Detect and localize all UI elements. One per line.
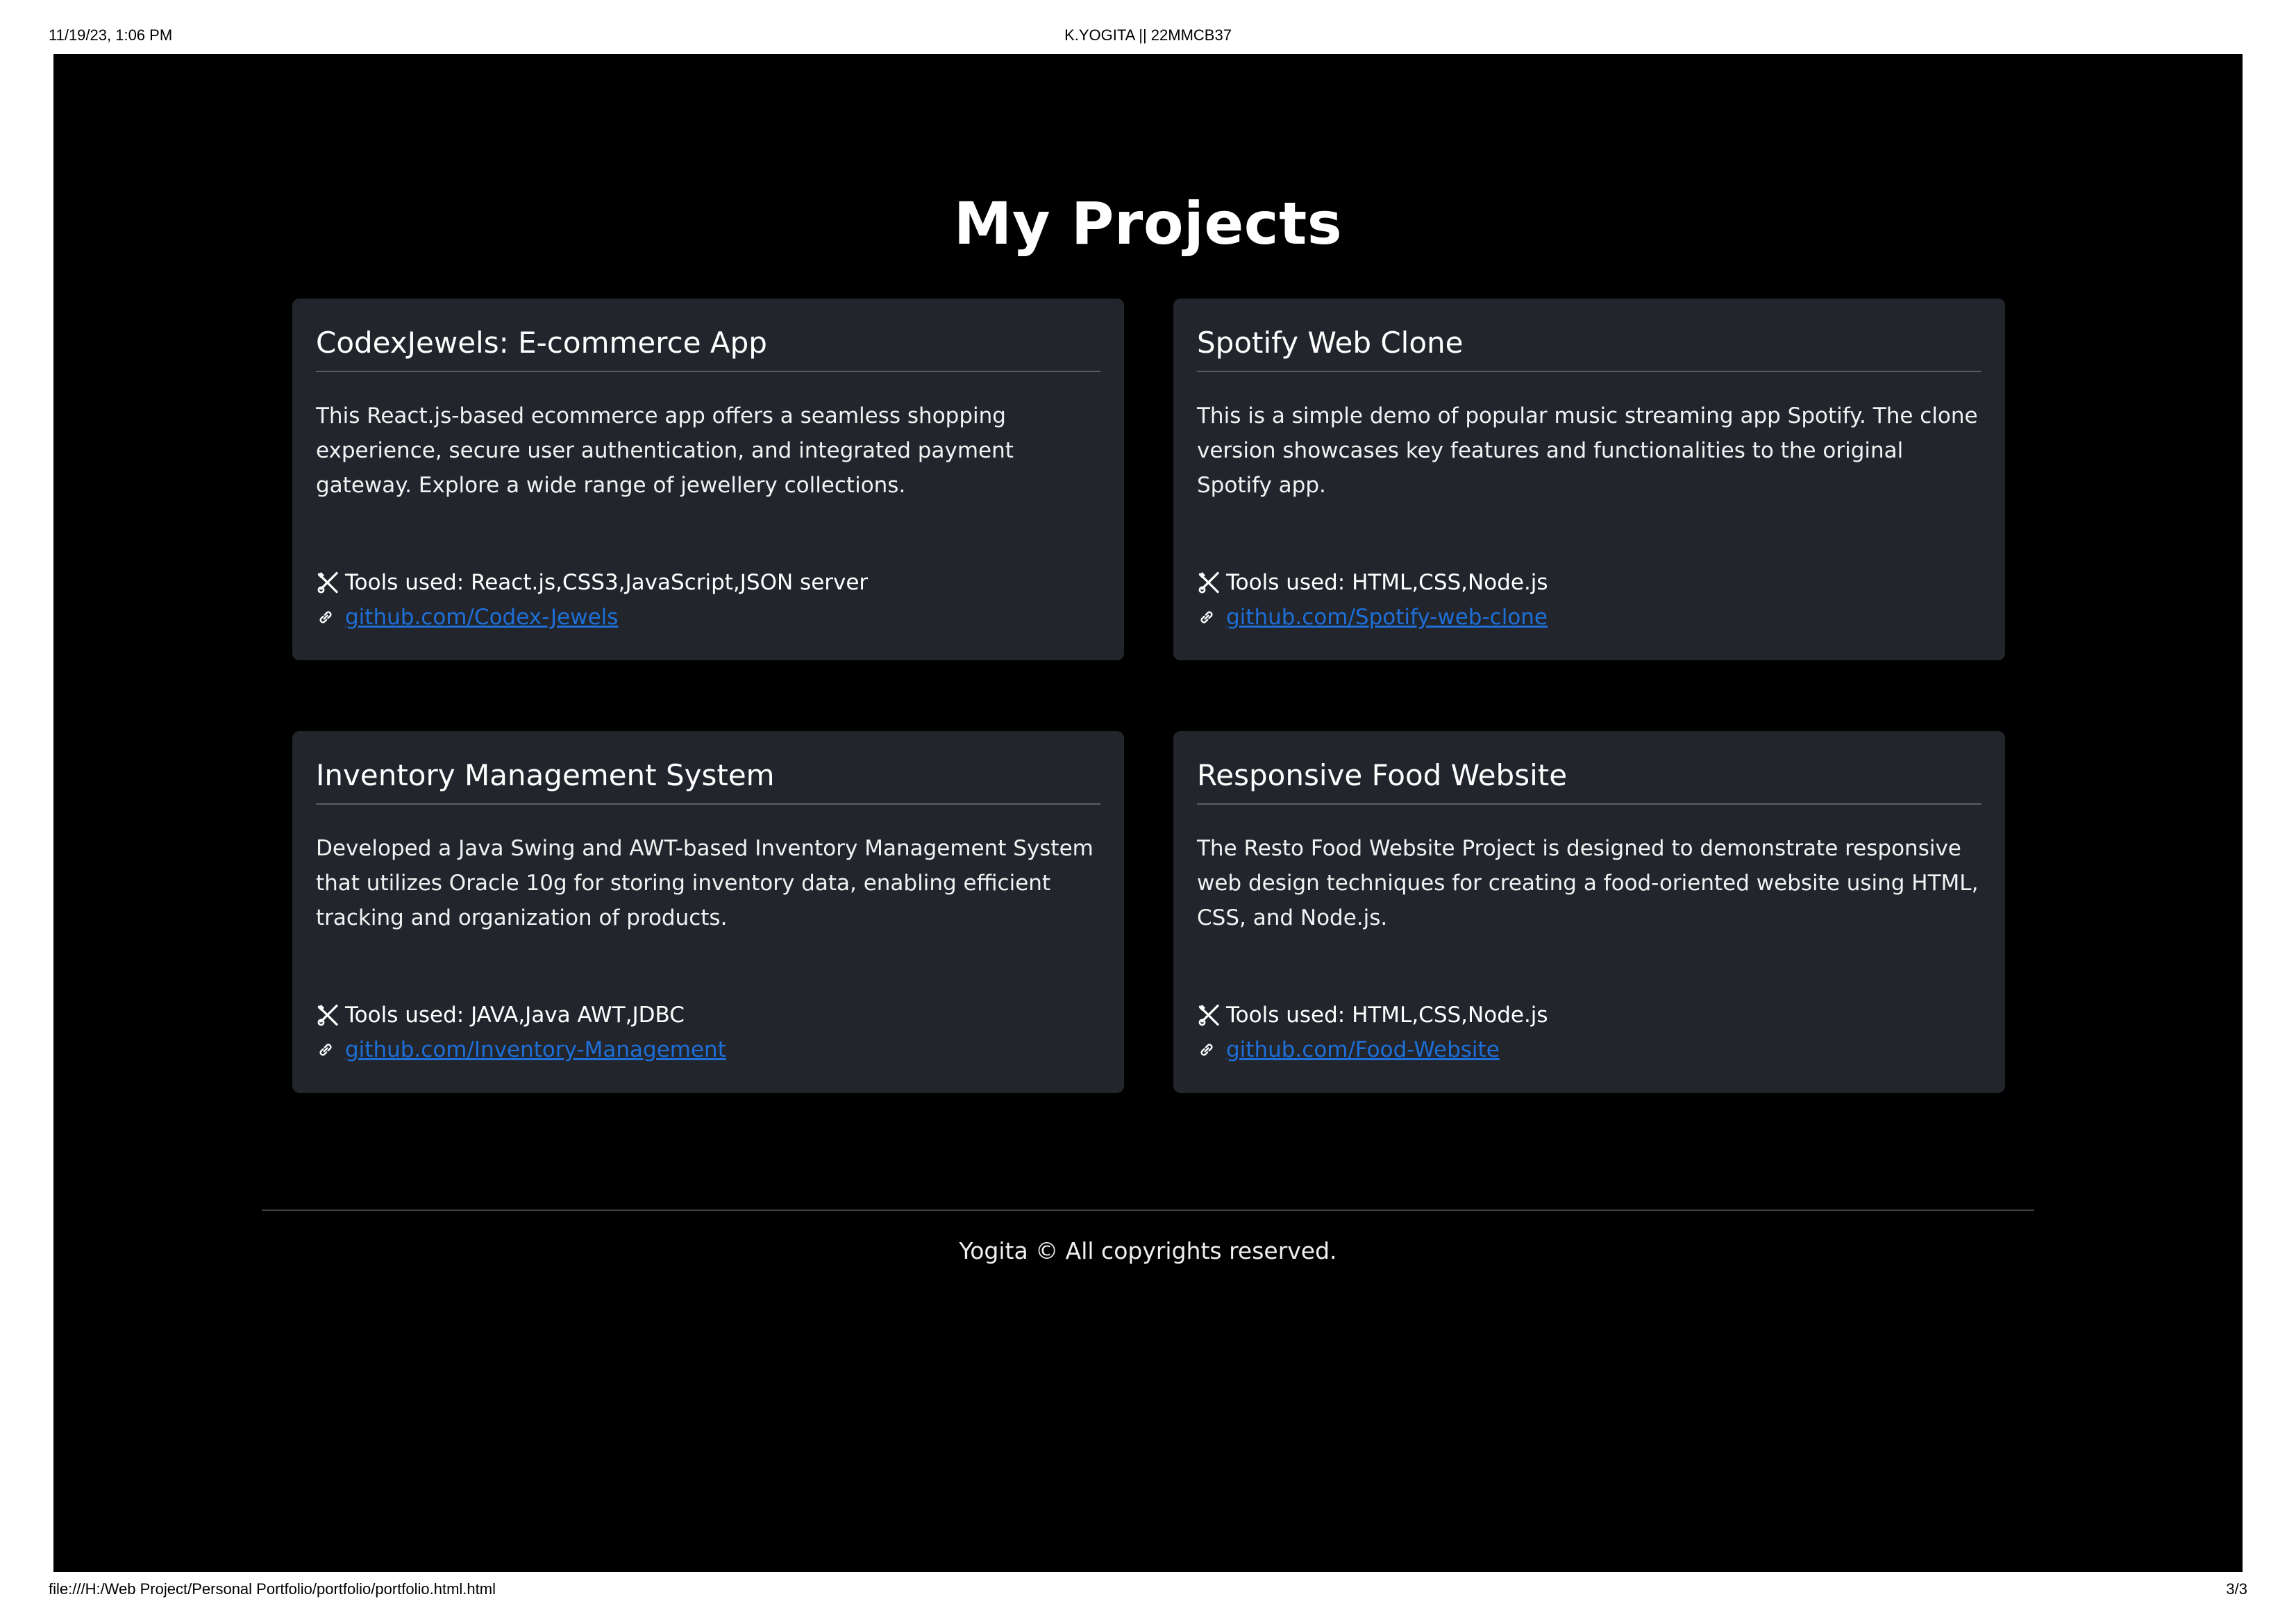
project-tools-text: Tools used: HTML,CSS,Node.js [1226,570,1548,595]
tools-icon [1198,571,1219,594]
card-divider [316,371,1100,372]
print-page-number: 3/3 [2226,1580,2247,1598]
project-title: Spotify Web Clone [1197,326,1464,360]
github-link[interactable]: github.com/Codex-Jewels [345,605,618,630]
print-footer: file:///H:/Web Project/Personal Portfoli… [0,1580,2296,1608]
project-title: Responsive Food Website [1197,758,1568,792]
portfolio-page: My Projects CodexJewels: E-commerce App … [53,54,2243,1572]
project-description: This React.js-based ecommerce app offers… [316,403,1014,498]
tools-icon [317,1004,338,1026]
project-tools: Tools used: HTML,CSS,Node.js [1197,999,1548,1031]
tools-icon [317,571,338,594]
project-card: Inventory Management System Developed a … [292,731,1124,1093]
print-title: K.YOGITA || 22MMCB37 [1064,26,1232,44]
github-link[interactable]: github.com/Inventory-Management [345,1037,726,1062]
project-tools: Tools used: React.js,CSS3,JavaScript,JSO… [316,567,868,598]
project-link-row: github.com/Spotify-web-clone [1197,601,1548,633]
project-tools-text: Tools used: JAVA,Java AWT,JDBC [345,1003,685,1028]
project-link-row: github.com/Inventory-Management [316,1034,726,1066]
project-title: CodexJewels: E-commerce App [316,326,767,360]
link-icon [319,1044,332,1056]
link-icon [319,611,332,623]
card-divider [1197,371,1981,372]
project-description: This is a simple demo of popular music s… [1197,403,1978,498]
page-title: My Projects [953,190,1343,258]
github-link[interactable]: github.com/Food-Website [1226,1037,1500,1062]
project-tools: Tools used: HTML,CSS,Node.js [1197,567,1548,598]
project-description: The Resto Food Website Project is design… [1197,836,1979,930]
project-tools-text: Tools used: React.js,CSS3,JavaScript,JSO… [345,570,869,595]
project-title: Inventory Management System [316,758,775,792]
print-file-path: file:///H:/Web Project/Personal Portfoli… [49,1580,496,1598]
card-divider [1197,803,1981,805]
project-link-row: github.com/Codex-Jewels [316,601,618,633]
project-card: Spotify Web Clone This is a simple demo … [1173,299,2005,660]
project-tools-text: Tools used: HTML,CSS,Node.js [1226,1003,1548,1028]
project-card: Responsive Food Website The Resto Food W… [1173,731,2005,1093]
card-divider [316,803,1100,805]
project-description: Developed a Java Swing and AWT-based Inv… [316,836,1093,930]
github-link[interactable]: github.com/Spotify-web-clone [1226,605,1548,630]
project-link-row: github.com/Food-Website [1197,1034,1500,1066]
tools-icon [1198,1004,1219,1026]
print-header: 11/19/23, 1:06 PM K.YOGITA || 22MMCB37 [0,26,2296,54]
project-card: CodexJewels: E-commerce App This React.j… [292,299,1124,660]
link-icon [1200,611,1213,623]
footer-copyright: Yogita © All copyrights reserved. [959,1237,1337,1264]
link-icon [1200,1044,1213,1056]
footer-divider [262,1209,2034,1211]
project-tools: Tools used: JAVA,Java AWT,JDBC [316,999,685,1031]
